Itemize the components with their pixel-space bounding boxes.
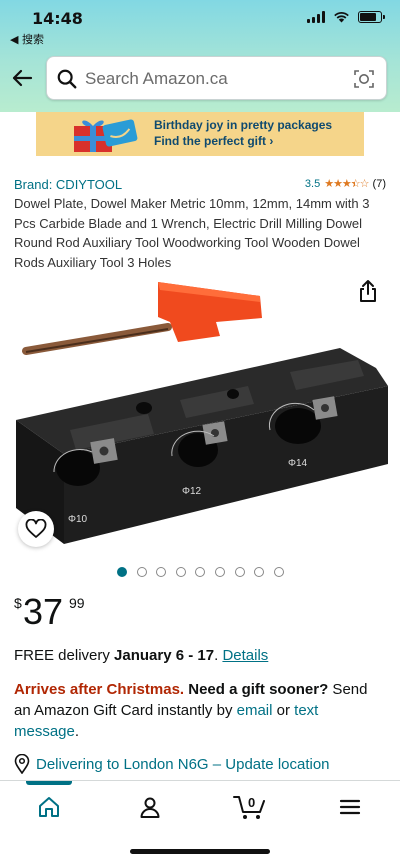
delivery-info: FREE delivery January 6 - 17. Details	[14, 647, 268, 664]
nav-cart[interactable]: 0	[220, 781, 280, 833]
brand-link[interactable]: Brand: CDIYTOOL	[14, 177, 122, 192]
delivery-dates: January 6 - 17	[114, 647, 215, 664]
delivery-prefix: FREE delivery	[14, 647, 115, 664]
menu-icon	[339, 799, 361, 815]
rating-summary[interactable]: 3.5 ★★★☆★☆ (7)	[304, 177, 386, 191]
carousel-dot[interactable]	[273, 567, 284, 577]
carousel-dot[interactable]	[156, 567, 167, 577]
promo-banner[interactable]: Birthday joy in pretty packages Find the…	[36, 112, 364, 156]
image-carousel-dots[interactable]	[117, 567, 284, 577]
nav-account[interactable]	[120, 781, 180, 833]
carousel-dot[interactable]	[234, 567, 245, 577]
search-icon	[57, 69, 77, 89]
carousel-dot[interactable]	[117, 567, 127, 577]
heart-icon	[25, 519, 47, 538]
status-icons	[307, 10, 385, 23]
delivery-location[interactable]: Delivering to London N6G – Update locati…	[14, 754, 330, 774]
search-bar[interactable]	[46, 56, 387, 100]
carousel-dot[interactable]	[195, 567, 206, 577]
nav-menu[interactable]	[320, 781, 380, 833]
nav-home[interactable]	[19, 781, 79, 833]
hole-label-12: Φ12	[182, 486, 202, 497]
signal-icon	[307, 10, 325, 23]
status-bar: 14:48 ◀ 搜索	[0, 0, 400, 50]
back-to-app-link[interactable]: ◀ 搜索	[10, 31, 44, 47]
battery-icon	[358, 10, 385, 23]
delivery-location-text: Delivering to London N6G – Update locati…	[36, 755, 330, 773]
user-icon	[140, 797, 160, 818]
carousel-dot[interactable]	[136, 567, 147, 577]
banner-line2: Find the perfect gift ›	[154, 134, 274, 148]
product-image[interactable]: Φ10 Φ12 Φ14	[8, 272, 392, 554]
price-fraction: 99	[69, 595, 85, 611]
star-rating-icon: ★★★☆★☆	[324, 178, 369, 190]
christmas-warning: Arrives after Christmas.	[14, 681, 185, 698]
carousel-dot[interactable]	[254, 567, 265, 577]
carousel-dot[interactable]	[214, 567, 225, 577]
home-icon	[39, 797, 59, 817]
carousel-dot[interactable]	[175, 567, 186, 577]
gift-text-end: .	[74, 723, 80, 740]
hole-label-14: Φ14	[288, 458, 308, 469]
status-time: 14:48	[32, 9, 83, 28]
wishlist-heart-button[interactable]	[18, 511, 54, 547]
product-title: Dowel Plate, Dowel Maker Metric 10mm, 12…	[14, 196, 370, 270]
gift-text-2: or	[272, 702, 295, 719]
cart-icon: 0	[233, 795, 265, 819]
back-arrow-icon[interactable]	[10, 66, 34, 90]
banner-line1: Birthday joy in pretty packages	[154, 118, 333, 132]
search-input[interactable]	[85, 67, 345, 91]
email-gift-link[interactable]: email	[237, 702, 273, 719]
price-currency: $	[14, 595, 22, 611]
cart-count: 0	[248, 795, 255, 810]
price-whole: 37	[23, 591, 64, 632]
gift-question: Need a gift sooner?	[184, 681, 329, 698]
banner-text: Birthday joy in pretty packages Find the…	[154, 117, 332, 149]
rating-count: (7)	[372, 177, 386, 190]
camera-search-icon[interactable]	[352, 67, 376, 91]
carbide-blade-1	[90, 438, 118, 464]
rating-value: 3.5	[304, 177, 321, 190]
delivery-details-link[interactable]: Details	[222, 647, 268, 664]
gift-notice: Arrives after Christmas. Need a gift soo…	[14, 679, 384, 742]
hole-label-10: Φ10	[68, 514, 88, 525]
home-indicator	[130, 849, 270, 854]
brand-row: Brand: CDIYTOOL 3.5 ★★★☆★☆ (7)	[14, 176, 386, 194]
location-pin-icon	[14, 754, 30, 774]
carbide-blade-2	[202, 421, 228, 445]
gift-box-icon	[74, 119, 138, 152]
carbide-blade-3	[312, 396, 338, 420]
wifi-icon	[334, 12, 349, 23]
